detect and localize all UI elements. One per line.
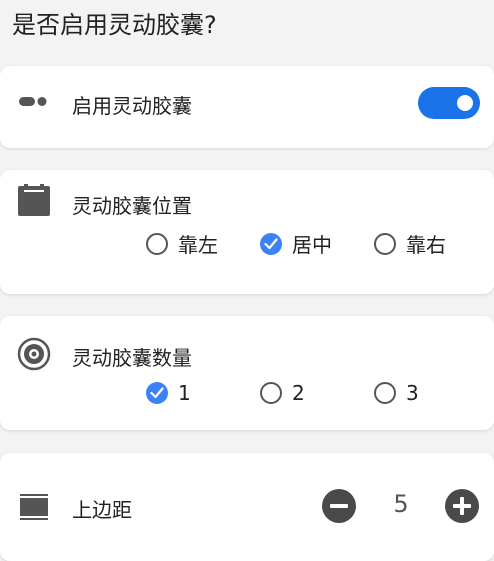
plus-icon-vertical <box>460 497 464 515</box>
radio-unchecked-icon <box>374 232 396 255</box>
radio-unchecked-icon <box>374 382 396 404</box>
position-option-left[interactable]: 靠左 <box>146 229 218 258</box>
enable-capsule-toggle[interactable] <box>418 87 480 119</box>
count-option-2[interactable]: 2 <box>260 381 305 405</box>
radio-unchecked-icon <box>146 232 168 255</box>
position-option-right-label: 靠右 <box>406 233 446 257</box>
radio-checked-icon <box>146 382 168 404</box>
page-title: 是否启用灵动胶囊? <box>12 11 217 39</box>
top-margin-card: 上边距 <box>0 453 494 561</box>
count-option-3-label: 3 <box>406 381 419 405</box>
radio-unchecked-icon <box>260 382 282 404</box>
decrement-button[interactable] <box>322 489 356 523</box>
enable-capsule-label: 启用灵动胶囊 <box>72 94 192 118</box>
position-option-right[interactable]: 靠右 <box>374 229 446 258</box>
radio-checked-icon <box>260 232 282 255</box>
toggle-knob <box>457 95 473 111</box>
capsule-dots-icon <box>19 97 47 106</box>
enable-capsule-card: 启用灵动胶囊 <box>0 66 494 148</box>
count-option-2-label: 2 <box>292 381 305 405</box>
capsule-count-card: 灵动胶囊数量 1 2 3 <box>0 316 494 430</box>
top-margin-value: 5 <box>393 490 409 518</box>
top-margin-label: 上边距 <box>72 498 132 522</box>
capsule-position-label: 灵动胶囊位置 <box>72 194 192 218</box>
increment-button[interactable] <box>445 489 479 523</box>
position-option-center[interactable]: 居中 <box>260 229 332 258</box>
count-option-1-label: 1 <box>178 381 191 405</box>
minus-icon <box>330 504 348 508</box>
capsule-position-card: 灵动胶囊位置 靠左 居中 靠右 <box>0 170 494 294</box>
target-circle-icon <box>17 337 51 371</box>
calendar-icon <box>18 184 50 216</box>
window-frame-icon <box>20 494 48 520</box>
position-option-center-label: 居中 <box>292 233 332 257</box>
count-option-3[interactable]: 3 <box>374 381 419 405</box>
capsule-count-label: 灵动胶囊数量 <box>72 346 192 370</box>
count-option-1[interactable]: 1 <box>146 381 191 405</box>
position-option-left-label: 靠左 <box>178 233 218 257</box>
